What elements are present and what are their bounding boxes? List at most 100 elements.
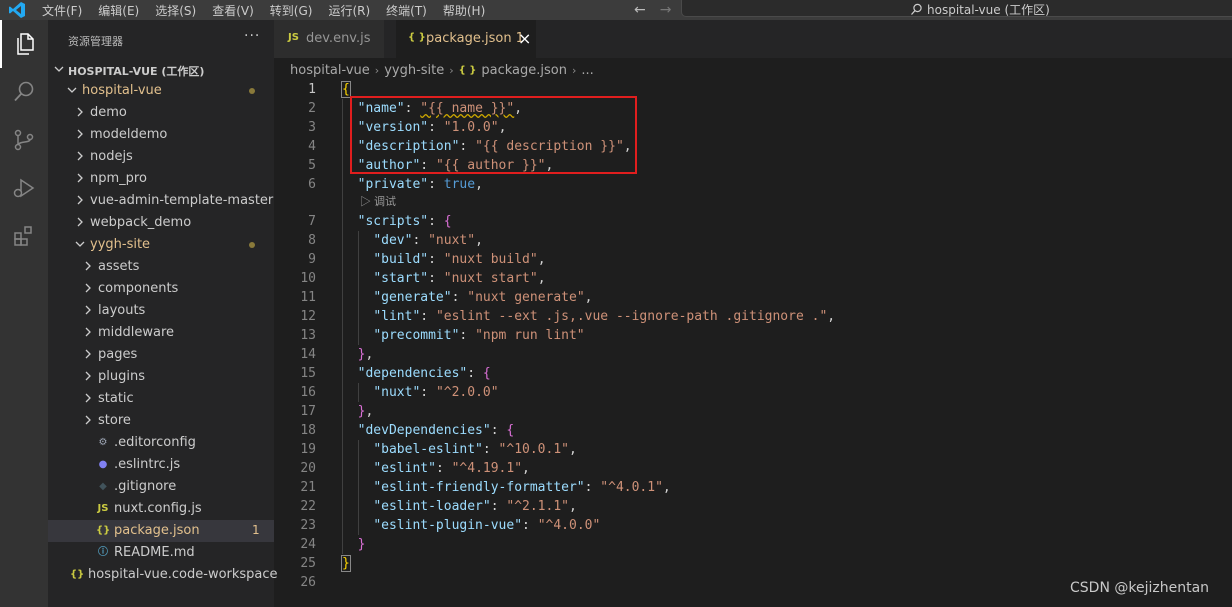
- tree-item-label: pages: [98, 347, 138, 362]
- tree-item[interactable]: components: [48, 278, 274, 300]
- tree-item-label: components: [98, 281, 179, 296]
- back-arrow-icon[interactable]: ←: [634, 2, 646, 18]
- code-line: }: [357, 537, 366, 552]
- line-number: 3: [308, 120, 316, 135]
- breadcrumb-item[interactable]: package.json: [481, 63, 567, 78]
- explorer-sidebar: 资源管理器 ··· HOSPITAL-VUE (工作区) hospital-vu…: [48, 20, 278, 607]
- chevron-right-icon: [85, 327, 91, 337]
- chevron-right-icon: [77, 151, 83, 161]
- command-center-search[interactable]: hospital-vue (工作区): [681, 0, 1232, 17]
- line-number: 11: [300, 290, 316, 305]
- workspace-title: hospital-vue (工作区): [927, 3, 1050, 17]
- tree-item-label: .eslintrc.js: [114, 457, 181, 472]
- more-actions-icon[interactable]: ···: [244, 28, 260, 44]
- json-file-icon: {}: [96, 525, 111, 536]
- tree-item[interactable]: hospital-vue: [48, 80, 274, 102]
- tree-item[interactable]: yygh-site: [48, 234, 274, 256]
- code-line: },: [357, 347, 374, 362]
- tree-item[interactable]: store: [48, 410, 274, 432]
- chevron-right-icon: [85, 415, 91, 425]
- search-icon: [911, 3, 922, 15]
- source-control-icon: [14, 129, 34, 151]
- code-line: "nuxt": "^2.0.0": [373, 385, 499, 400]
- tree-item[interactable]: demo: [48, 102, 274, 124]
- menu-item[interactable]: 帮助(H): [443, 2, 485, 19]
- tab-package-json[interactable]: { } package.json 1 ×: [396, 20, 536, 58]
- tree-item[interactable]: static: [48, 388, 274, 410]
- chevron-right-icon: ›: [374, 63, 380, 77]
- line-number: 13: [300, 328, 316, 343]
- debug-codelens[interactable]: ▷ 调试: [360, 195, 396, 210]
- code-line: "dev": "nuxt",: [373, 233, 483, 248]
- breadcrumb-item[interactable]: hospital-vue: [290, 63, 370, 78]
- run-debug-icon: [13, 178, 35, 198]
- tree-item-label: assets: [98, 259, 140, 274]
- tree-item-label: nuxt.config.js: [114, 501, 202, 516]
- tree-item[interactable]: ⚙ .editorconfig: [48, 432, 274, 454]
- tree-item[interactable]: nodejs: [48, 146, 274, 168]
- tree-item[interactable]: webpack_demo: [48, 212, 274, 234]
- tree-item[interactable]: modeldemo: [48, 124, 274, 146]
- search-activity-button[interactable]: [0, 68, 48, 116]
- tree-item[interactable]: ◆ .gitignore: [48, 476, 274, 498]
- menu-item[interactable]: 运行(R): [328, 2, 370, 19]
- tree-item[interactable]: plugins: [48, 366, 274, 388]
- line-number: 1: [308, 82, 316, 97]
- problem-count-badge: 1: [252, 523, 260, 537]
- tree-item[interactable]: {} hospital-vue.code-workspace: [48, 564, 278, 586]
- code-line: "private": true,: [357, 177, 483, 192]
- workspace-file-icon: {}: [70, 569, 85, 580]
- tree-item-label: package.json: [114, 523, 200, 538]
- line-number: 21: [300, 480, 316, 495]
- tree-item[interactable]: assets: [48, 256, 274, 278]
- tree-item[interactable]: middleware: [48, 322, 274, 344]
- source-control-activity-button[interactable]: [0, 116, 48, 164]
- chevron-right-icon: ›: [571, 63, 577, 77]
- menu-item[interactable]: 文件(F): [42, 2, 82, 19]
- explorer-header: 资源管理器 ···: [48, 20, 274, 60]
- tree-item[interactable]: JS nuxt.config.js: [48, 498, 274, 520]
- line-number: 26: [300, 575, 316, 590]
- chevron-right-icon: [77, 173, 83, 183]
- code-line: "lint": "eslint --ext .js,.vue --ignore-…: [373, 309, 836, 324]
- close-icon[interactable]: ×: [518, 29, 531, 48]
- tree-item-label: webpack_demo: [90, 215, 192, 230]
- menu-item[interactable]: 查看(V): [212, 2, 254, 19]
- explorer-activity-button[interactable]: [0, 20, 48, 68]
- menu-item[interactable]: 选择(S): [155, 2, 196, 19]
- line-number: 19: [300, 442, 316, 457]
- tree-item-label: store: [98, 413, 131, 428]
- tab-label: package.json 1: [426, 31, 524, 46]
- tree-item[interactable]: {} package.json 1: [48, 520, 274, 542]
- tree-item-label: README.md: [114, 545, 195, 560]
- breadcrumb-item[interactable]: ...: [581, 63, 593, 78]
- run-debug-activity-button[interactable]: [0, 164, 48, 212]
- code-line: "eslint-loader": "^2.1.1",: [373, 499, 577, 514]
- eslint-icon: ●: [98, 459, 108, 470]
- code-line: }: [341, 555, 351, 572]
- forward-arrow-icon[interactable]: →: [660, 2, 672, 18]
- chevron-right-icon: [85, 261, 91, 271]
- code-line: "eslint": "^4.19.1",: [373, 461, 530, 476]
- menu-item[interactable]: 转到(G): [270, 2, 313, 19]
- annotation-highlight-box: [350, 96, 637, 174]
- breadcrumb-item[interactable]: yygh-site: [384, 63, 444, 78]
- menu-item[interactable]: 终端(T): [386, 2, 427, 19]
- tree-item[interactable]: layouts: [48, 300, 274, 322]
- tree-item[interactable]: ● .eslintrc.js: [48, 454, 274, 476]
- gear-icon: ⚙: [98, 437, 108, 448]
- code-line: "eslint-friendly-formatter": "^4.0.1",: [373, 480, 671, 495]
- tree-item[interactable]: vue-admin-template-master: [48, 190, 274, 212]
- modified-dot-icon: [249, 242, 255, 248]
- tree-item[interactable]: pages: [48, 344, 274, 366]
- extensions-activity-button[interactable]: [0, 212, 48, 260]
- tab-dev-env-js[interactable]: JS dev.env.js: [274, 20, 385, 58]
- tree-item-label: hospital-vue: [82, 83, 162, 98]
- tree-item[interactable]: ⓘ README.md: [48, 542, 274, 564]
- nav-arrows: ← →: [634, 0, 671, 20]
- tree-item[interactable]: npm_pro: [48, 168, 274, 190]
- modified-dot-icon: [249, 88, 255, 94]
- menu-item[interactable]: 编辑(E): [98, 2, 139, 19]
- workspace-section-header[interactable]: HOSPITAL-VUE (工作区): [48, 60, 274, 80]
- extensions-icon: [14, 226, 32, 246]
